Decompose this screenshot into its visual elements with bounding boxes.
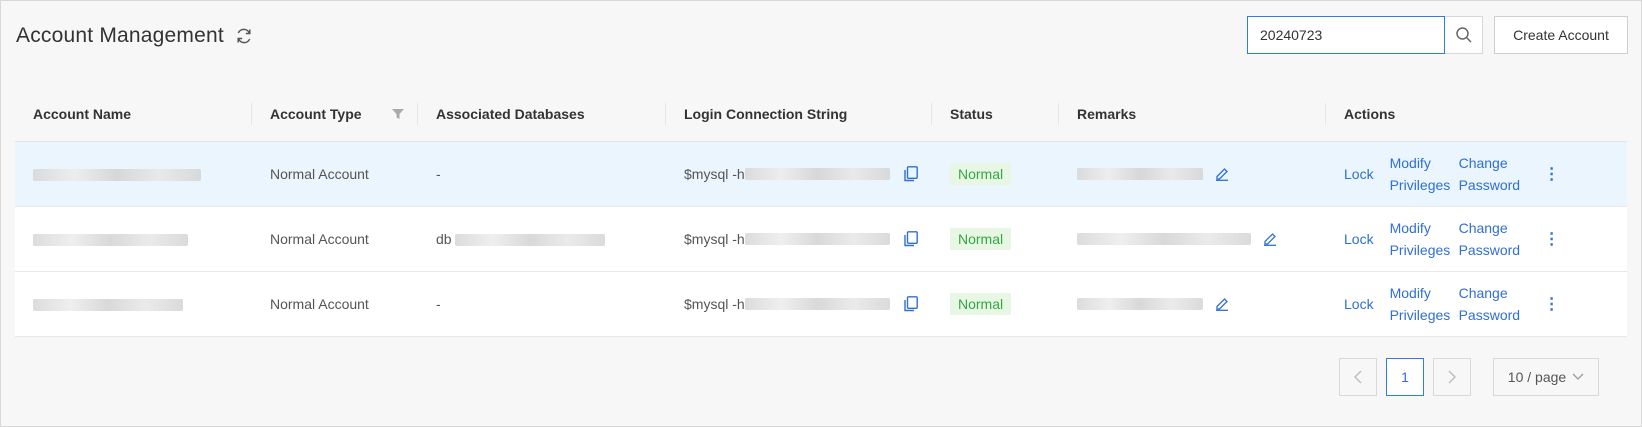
change-password-link[interactable]: Change Password [1459, 282, 1520, 326]
status-badge: Normal [950, 228, 1012, 250]
actions-cell: Lock Modify Privileges Change Password ⋮ [1326, 207, 1627, 272]
more-actions-icon[interactable]: ⋮ [1544, 294, 1560, 314]
more-actions-icon[interactable]: ⋮ [1544, 229, 1560, 249]
column-header-account-type: Account Type [252, 87, 418, 142]
associated-db-cell: - [436, 166, 441, 182]
redacted-account-name [33, 299, 183, 312]
column-header-login-connection-string: Login Connection String [666, 87, 932, 142]
connection-string-prefix: $mysql -h [684, 231, 745, 247]
more-actions-icon[interactable]: ⋮ [1544, 164, 1560, 184]
redacted-remark [1077, 233, 1251, 245]
redacted-host [744, 233, 890, 245]
redacted-account-name [33, 169, 201, 182]
modify-privileges-link[interactable]: Modify Privileges [1390, 152, 1451, 196]
page-size-select[interactable]: 10 / page [1493, 358, 1599, 396]
actions-cell: Lock Modify Privileges Change Password ⋮ [1326, 272, 1627, 337]
account-type-cell: Normal Account [270, 166, 369, 182]
status-badge: Normal [950, 163, 1012, 185]
remarks-cell [1059, 142, 1326, 207]
remarks-cell [1059, 272, 1326, 337]
redacted-remark [1077, 298, 1203, 310]
account-type-cell: Normal Account [270, 231, 369, 247]
remarks-cell [1059, 207, 1326, 272]
table-row: Normal Account db $mysql -h Normal Lock … [15, 206, 1627, 272]
search-bar [1247, 16, 1483, 54]
redacted-database [455, 234, 606, 247]
column-header-associated-databases: Associated Databases [418, 87, 666, 142]
connection-string-prefix: $mysql -h [684, 296, 745, 312]
chevron-down-icon [1572, 373, 1584, 380]
edit-icon[interactable] [1215, 167, 1229, 181]
create-account-button[interactable]: Create Account [1494, 16, 1628, 54]
status-cell: Normal [932, 142, 1059, 207]
actions-cell: Lock Modify Privileges Change Password ⋮ [1326, 142, 1627, 207]
modify-privileges-link[interactable]: Modify Privileges [1390, 217, 1451, 261]
page-size-value: 10 / page [1507, 369, 1567, 385]
column-header-account-name: Account Name [15, 87, 252, 142]
connection-string-prefix: $mysql -h [684, 166, 745, 182]
edit-icon[interactable] [1215, 297, 1229, 311]
associated-db-prefix: db [436, 231, 452, 247]
copy-icon[interactable] [903, 166, 918, 182]
page-number-button[interactable]: 1 [1386, 358, 1424, 396]
refresh-icon[interactable] [234, 26, 254, 46]
search-icon [1455, 27, 1472, 43]
lock-link[interactable]: Lock [1344, 163, 1374, 185]
account-name-cell [15, 142, 252, 207]
edit-icon[interactable] [1263, 232, 1277, 246]
account-name-cell [15, 207, 252, 272]
lock-link[interactable]: Lock [1344, 293, 1374, 315]
table-row: Normal Account - $mysql -h Normal Lock M… [15, 141, 1627, 207]
chevron-right-icon [1448, 370, 1456, 384]
chevron-left-icon [1354, 370, 1362, 384]
modify-privileges-link[interactable]: Modify Privileges [1390, 282, 1451, 326]
copy-icon[interactable] [903, 296, 918, 312]
filter-icon[interactable] [392, 107, 404, 123]
account-name-cell [15, 272, 252, 337]
associated-db-cell: - [436, 296, 441, 312]
next-page-button[interactable] [1433, 358, 1471, 396]
connection-string-cell: $mysql -h [666, 272, 932, 337]
page-header: Account Management [16, 20, 254, 52]
column-header-remarks: Remarks [1059, 87, 1326, 142]
copy-icon[interactable] [903, 231, 918, 247]
status-cell: Normal [932, 272, 1059, 337]
connection-string-cell: $mysql -h [666, 207, 932, 272]
status-cell: Normal [932, 207, 1059, 272]
associated-db-cell: db [418, 207, 666, 272]
change-password-link[interactable]: Change Password [1459, 217, 1520, 261]
redacted-host [744, 298, 890, 310]
pagination: 1 [1339, 358, 1471, 396]
account-type-cell: Normal Account [270, 296, 369, 312]
table-row: Normal Account - $mysql -h Normal Lock M… [15, 271, 1627, 337]
connection-string-cell: $mysql -h [666, 142, 932, 207]
search-input[interactable] [1247, 16, 1445, 54]
change-password-link[interactable]: Change Password [1459, 152, 1520, 196]
accounts-table: Account Name Account Type Associated Dat… [15, 87, 1627, 337]
page-title: Account Management [16, 24, 224, 47]
redacted-remark [1077, 168, 1203, 180]
column-header-actions: Actions [1326, 87, 1627, 142]
redacted-account-name [33, 234, 188, 247]
status-badge: Normal [950, 293, 1012, 315]
lock-link[interactable]: Lock [1344, 228, 1374, 250]
prev-page-button[interactable] [1339, 358, 1377, 396]
search-button[interactable] [1445, 16, 1483, 54]
redacted-host [744, 168, 890, 180]
table-header-row: Account Name Account Type Associated Dat… [15, 87, 1627, 142]
column-header-status: Status [932, 87, 1059, 142]
